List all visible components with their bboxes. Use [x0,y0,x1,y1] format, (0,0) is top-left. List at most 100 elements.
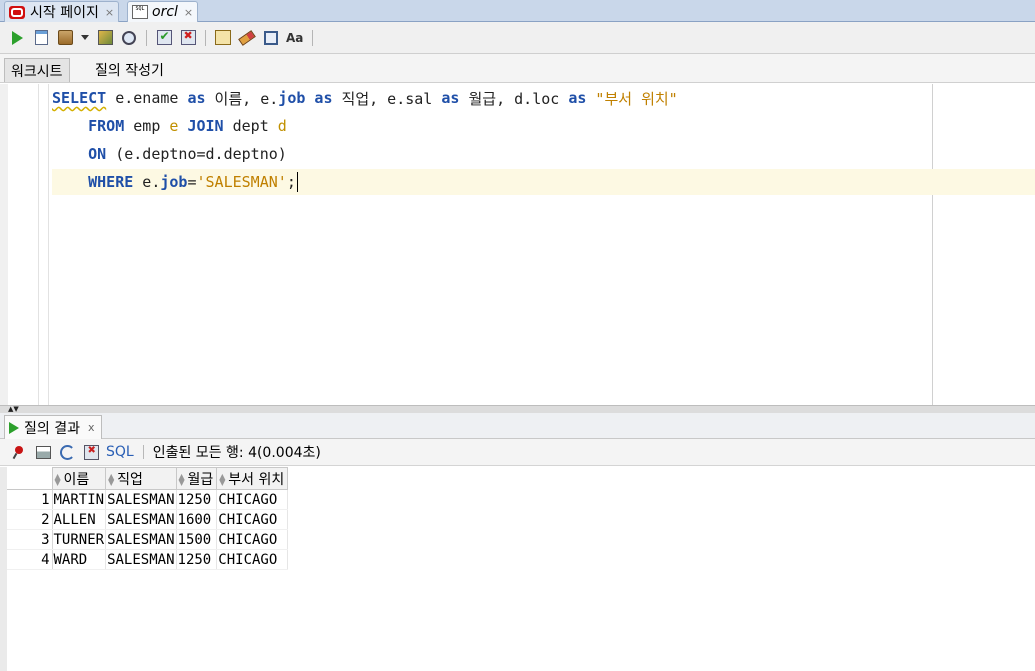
sort-icon: ▲ ▼ [54,471,61,487]
unshared-worksheet-button[interactable] [262,29,280,47]
cancel-fetch-button[interactable] [82,443,100,461]
format-case-button[interactable]: Aa [286,29,304,47]
table-row[interactable]: 2 ALLEN SALESMAN 1600 CHICAGO [7,509,289,530]
unshared-worksheet-icon [264,30,278,45]
sql-tuning-button[interactable] [214,29,232,47]
run-script-button[interactable] [32,29,50,47]
results-tab-bar: 질의 결과 x [0,413,1035,439]
cell-ename[interactable]: TURNER [52,529,107,550]
string-literal: 'SALESMAN' [196,173,287,191]
print-button[interactable] [34,443,52,461]
worksheet-subtab-bar: 워크시트 질의 작성기 [0,54,1035,83]
cell-loc[interactable]: CHICAGO [216,529,289,550]
dropdown-caret-icon [81,35,89,40]
keyword-as: as [441,89,460,107]
document-tab-bar: 시작 페이지 × SQL orcl × [0,0,1035,22]
code-text: 이름, e. [205,89,279,108]
validate-icon [156,29,172,45]
explain-plan-icon [122,30,136,45]
table-row[interactable]: 1 MARTIN SALESMAN 1250 CHICAGO [7,489,289,510]
column-header-loc[interactable]: ▲ ▼ 부서 위치 [216,467,289,490]
keyword-as: as [568,89,587,107]
toolbar-separator [146,29,147,46]
tab-worksheet[interactable]: 워크시트 [4,58,70,82]
cell-loc[interactable]: CHICAGO [216,509,289,530]
cell-ename[interactable]: ALLEN [52,509,107,530]
row-number: 2 [7,509,53,530]
explain-plan-button[interactable] [120,29,138,47]
rollback-icon [180,29,196,45]
cell-ename[interactable]: WARD [52,549,107,570]
tab-start-page[interactable]: 시작 페이지 × [4,1,120,22]
column-header-sal[interactable]: ▲ ▼ 월급 [175,467,218,490]
tab-query-result[interactable]: 질의 결과 x [4,415,102,439]
rollback-button[interactable] [179,29,197,47]
refresh-button[interactable] [58,443,76,461]
tab-orcl[interactable]: SQL orcl × [127,1,199,22]
cell-loc[interactable]: CHICAGO [216,549,289,570]
right-margin-line [932,84,933,405]
cell-sal[interactable]: 1250 [176,489,218,510]
clear-icon [238,29,256,46]
commit-dropdown-button[interactable] [80,29,90,47]
row-number: 1 [7,489,53,510]
tab-start-page-close-icon[interactable]: × [105,6,114,19]
grid-header-row: ▲ ▼ 이름 ▲ ▼ 직업 ▲ ▼ 월급 ▲ ▼ 부서 위치 [7,467,289,490]
column-header-label: 이름 [63,471,90,488]
table-row[interactable]: 3 TURNER SALESMAN 1500 CHICAGO [7,529,289,550]
commit-icon [57,30,73,45]
code-text: (e.deptno=d.deptno) [106,145,287,163]
tab-query-builder[interactable]: 질의 작성기 [89,58,170,82]
fetch-status-text: 인출된 모든 행: 4(0.004초) [152,445,321,461]
cell-sal[interactable]: 1250 [176,549,218,570]
keyword-job: job [278,89,306,107]
freeze-view-button[interactable] [10,443,28,461]
editor-results-splitter[interactable]: ▲▼ [0,405,1035,413]
cell-ename[interactable]: MARTIN [52,489,107,510]
cell-sal[interactable]: 1500 [176,529,218,550]
cell-loc[interactable]: CHICAGO [216,489,289,510]
worksheet-toolbar: Aa [0,22,1035,54]
clear-button[interactable] [238,29,256,47]
tab-query-result-close-icon[interactable]: x [88,421,95,434]
cell-job[interactable]: SALESMAN [105,549,177,570]
row-number-header [7,467,52,490]
table-alias: d [277,117,287,135]
row-number: 4 [7,549,53,570]
row-number: 3 [7,529,53,550]
splitter-arrows-icon[interactable]: ▲▼ [8,406,19,413]
table-alias: e [169,117,179,135]
code-text: dept [223,117,278,135]
keyword-job: job [160,173,188,191]
cancel-icon [83,444,99,460]
sql-editor[interactable]: SELECT e.ename as 이름, e. job as 직업, e.sal… [0,84,1035,405]
commit-button[interactable] [56,29,74,47]
query-result-icon [9,421,21,435]
code-line-3: ON (e.deptno=d.deptno) [52,141,287,167]
cell-sal[interactable]: 1600 [176,509,218,530]
sql-link[interactable]: SQL [106,444,134,460]
keyword-as: as [314,89,333,107]
cell-job[interactable]: SALESMAN [105,529,177,550]
start-page-icon [9,5,25,19]
tab-orcl-close-icon[interactable]: × [184,6,193,19]
column-header-job[interactable]: ▲ ▼ 직업 [105,467,177,490]
gutter-divider [38,84,39,405]
gutter-divider [48,84,49,405]
autotrace-button[interactable] [96,29,114,47]
sort-icon: ▲ ▼ [178,471,185,487]
toolbar-separator [205,29,206,46]
tab-orcl-label: orcl [152,4,178,20]
cell-job[interactable]: SALESMAN [105,489,177,510]
validate-button[interactable] [155,29,173,47]
column-header-ename[interactable]: ▲ ▼ 이름 [51,467,107,490]
table-row[interactable]: 4 WARD SALESMAN 1250 CHICAGO [7,549,289,570]
cell-job[interactable]: SALESMAN [105,509,177,530]
run-statement-button[interactable] [8,29,26,47]
keyword-on: ON [88,145,107,163]
text-cursor [296,172,298,192]
column-header-label: 직업 [117,471,143,488]
